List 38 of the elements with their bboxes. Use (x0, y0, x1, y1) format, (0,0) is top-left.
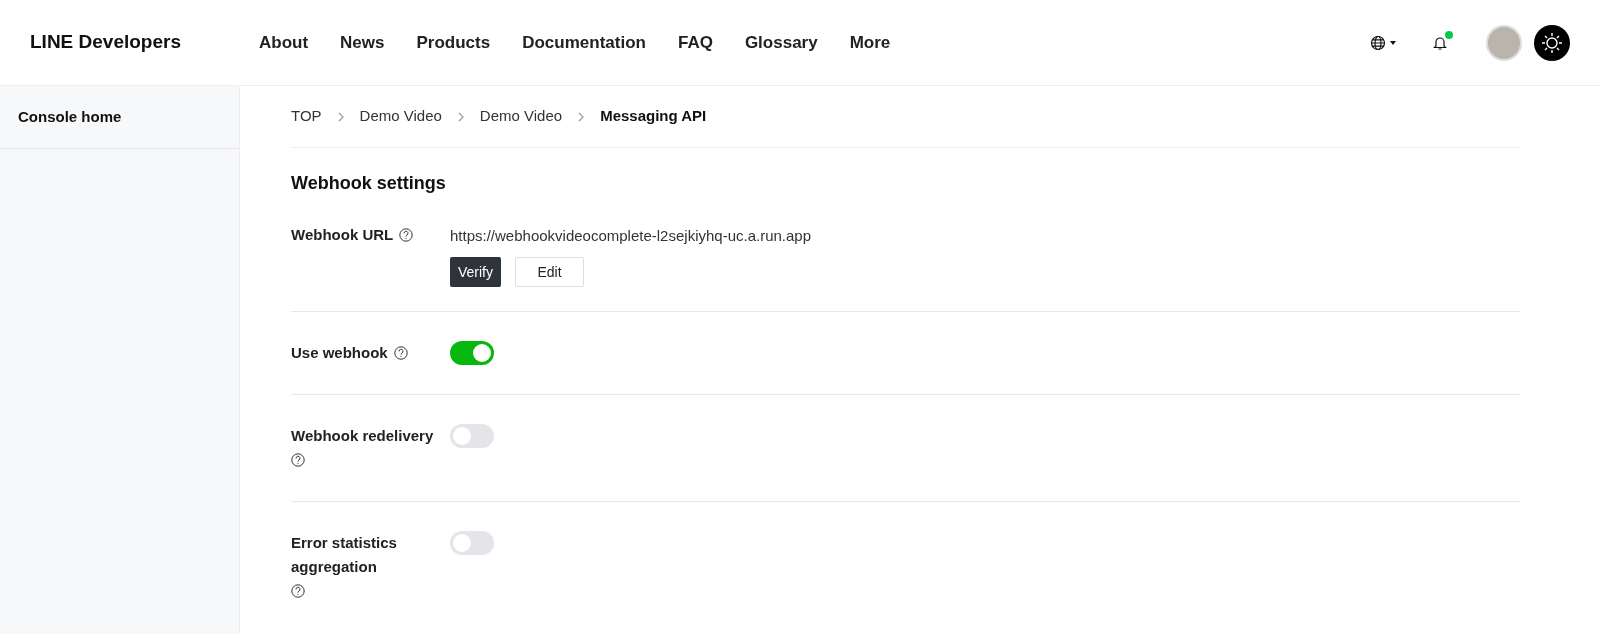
section-title: Webhook settings (291, 172, 447, 195)
sidebar-item[interactable]: Console home (0, 86, 239, 149)
chevron-icon (457, 111, 464, 122)
help-icon[interactable] (399, 228, 414, 242)
sun-icon (1541, 31, 1563, 54)
help-icon[interactable] (291, 584, 305, 598)
globe-icon (1370, 34, 1386, 51)
setting-label: Use webhook (291, 343, 388, 363)
nav-link[interactable]: Documentation (522, 29, 646, 56)
chevron-icon (578, 111, 585, 122)
nav-link[interactable]: Products (416, 29, 491, 56)
breadcrumb-link[interactable]: TOP (291, 105, 322, 128)
nav-link[interactable]: News (340, 29, 385, 56)
nav-link[interactable]: About (259, 29, 309, 56)
field-label: Webhook URL (291, 224, 394, 245)
setting-label: Error statistics aggregation (291, 533, 398, 577)
toggle-switch[interactable] (450, 341, 494, 365)
language-button[interactable] (1370, 34, 1396, 51)
toggle-switch[interactable] (450, 531, 494, 555)
bell-icon (1432, 34, 1448, 51)
nav-link[interactable]: FAQ (677, 29, 713, 56)
toggle-switch[interactable] (450, 424, 494, 448)
theme-button[interactable] (1534, 24, 1570, 61)
breadcrumb-link[interactable]: Messaging API (600, 105, 707, 128)
webhook-url: https://webhookvideocomplete-l2sejkiyhq-uc.a.run.app (450, 226, 812, 245)
setting-label: Webhook redelivery (291, 426, 434, 446)
logo[interactable]: LINE Developers (30, 28, 259, 57)
chevron-icon (337, 111, 344, 122)
caret-icon (1390, 40, 1396, 45)
breadcrumb-link[interactable]: Demo Video (359, 105, 442, 128)
breadcrumb-link[interactable]: Demo Video (479, 105, 563, 128)
verify-button[interactable]: Verify (450, 257, 501, 287)
help-icon[interactable] (393, 346, 408, 360)
nav-link[interactable]: More (849, 29, 891, 56)
notification-button[interactable] (1432, 33, 1450, 52)
edit-button[interactable]: Edit (515, 257, 584, 287)
help-icon[interactable] (291, 453, 305, 467)
nav-link[interactable]: Glossary (744, 29, 818, 56)
